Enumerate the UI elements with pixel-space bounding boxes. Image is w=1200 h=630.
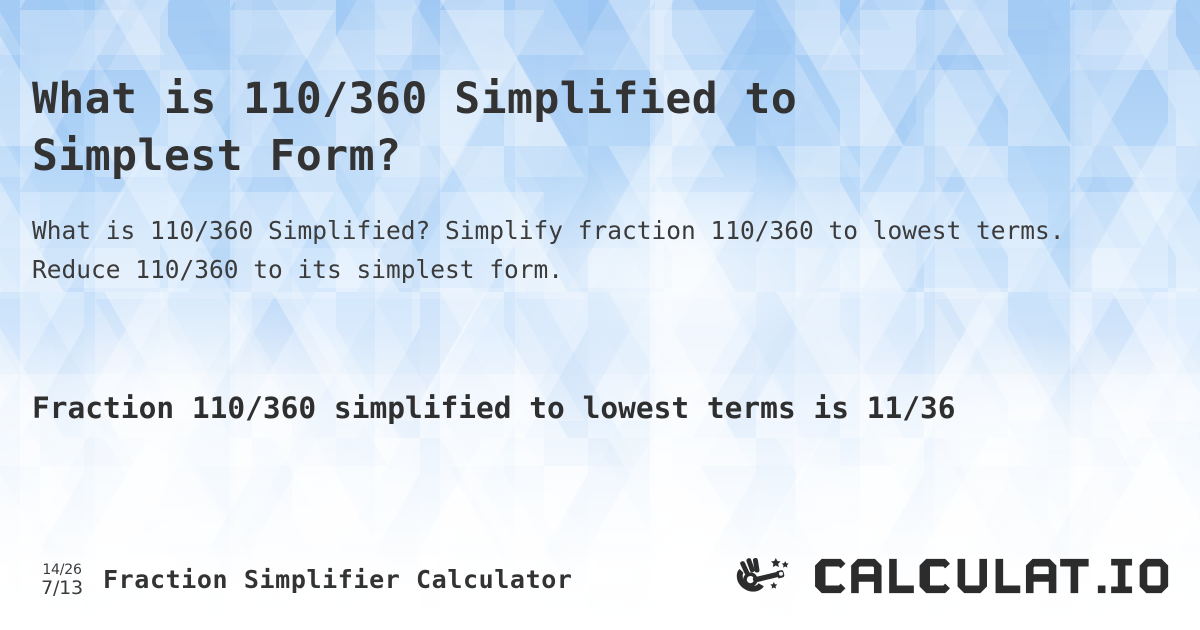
brand-logo[interactable]: CALCULAT.IO xyxy=(736,555,1172,597)
brand-wordmark: CALCULAT.IO xyxy=(806,555,1172,597)
fraction-icon-simplified: 7/13 xyxy=(41,577,83,599)
calculator-name-label: Fraction Simplifier Calculator xyxy=(103,565,573,594)
answer-text: Fraction 110/360 simplified to lowest te… xyxy=(32,390,956,425)
fraction-simplifier-icon: 14/26 7/13 xyxy=(30,563,94,598)
magic-wand-hand-icon xyxy=(736,555,798,597)
footer: 14/26 7/13 Fraction Simplifier Calculato… xyxy=(0,530,1200,630)
page-description: What is 110/360 Simplified? Simplify fra… xyxy=(32,215,1065,284)
card-content: What is 110/360 Simplified to Simplest F… xyxy=(0,0,1200,630)
fraction-icon-original: 14/26 xyxy=(42,562,82,578)
page-title: What is 110/360 Simplified to Simplest F… xyxy=(32,73,798,181)
share-card: What is 110/360 Simplified to Simplest F… xyxy=(0,0,1200,630)
